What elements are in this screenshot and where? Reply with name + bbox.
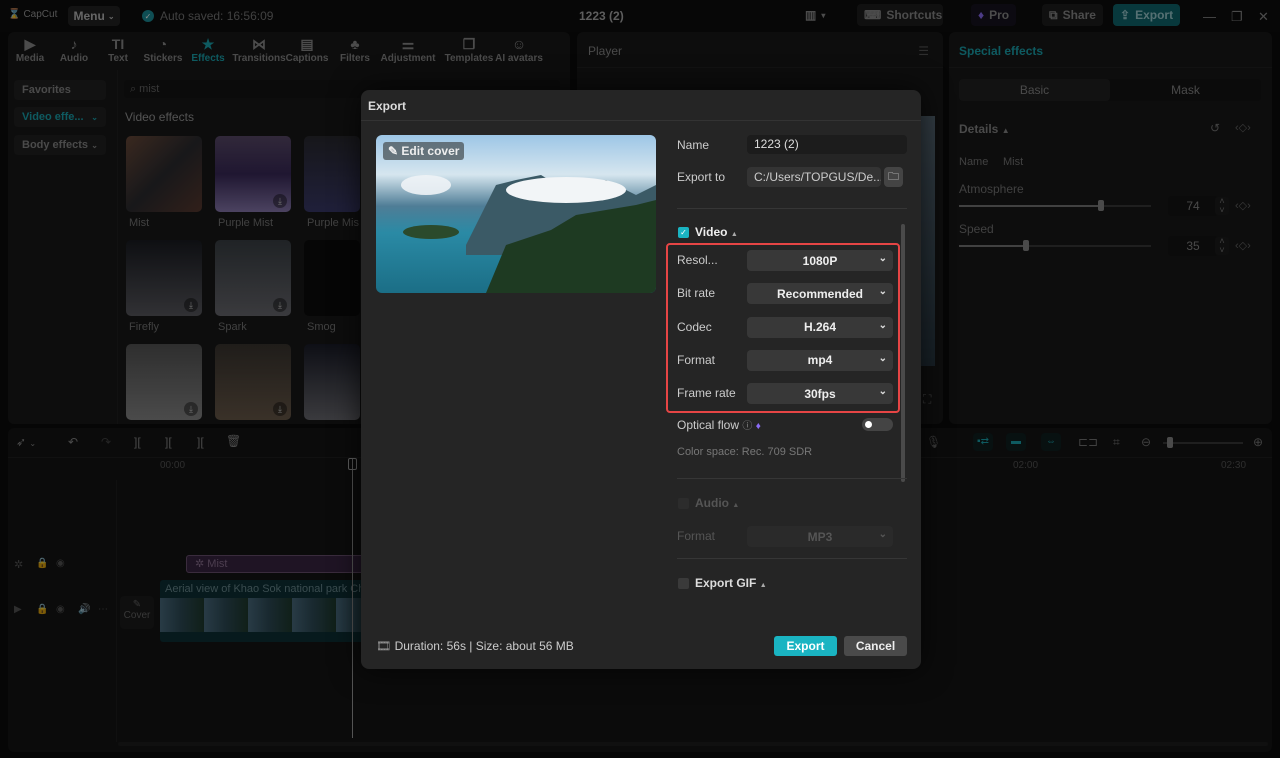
gif-checkbox[interactable] [678, 578, 689, 589]
resol-select[interactable]: 1080P⌄ [747, 250, 893, 271]
chevron-down-icon: ⌄ [879, 320, 887, 331]
diamond-icon: ♦ [756, 421, 761, 432]
audio-format-label: Format [677, 529, 715, 543]
export-dialog: Export ✎ Edit cover Name 1223 (2) Export… [361, 90, 921, 669]
video-checkbox[interactable]: ✓ [678, 227, 689, 238]
film-icon: 🎞 [376, 639, 391, 653]
name-label: Name [677, 138, 709, 152]
color-space: Color space: Rec. 709 SDR [677, 446, 812, 458]
gif-section-header[interactable]: Export GIF ▲ [695, 576, 767, 590]
chevron-down-icon: ⌄ [879, 529, 887, 540]
export-to-label: Export to [677, 170, 725, 184]
toggle-knob [865, 421, 872, 428]
edit-cover-button[interactable]: ✎ Edit cover [383, 142, 464, 160]
chevron-down-icon: ⌄ [879, 386, 887, 397]
video-section-header[interactable]: Video ▲ [695, 225, 738, 239]
divider [677, 478, 907, 479]
format-label: Format [677, 353, 715, 367]
resol-label: Resol... [677, 253, 718, 267]
divider [677, 558, 907, 559]
dialog-scrollbar[interactable] [901, 224, 905, 482]
frame-rate-label: Frame rate [677, 386, 736, 400]
folder-icon: 🗀 [888, 171, 899, 183]
codec-label: Codec [677, 320, 712, 334]
audio-section-header[interactable]: Audio ▲ [695, 496, 739, 510]
chevron-down-icon: ⌄ [879, 286, 887, 297]
pencil-icon: ✎ [388, 144, 398, 158]
help-icon[interactable]: ⓘ [742, 421, 752, 432]
chevron-down-icon: ⌄ [879, 253, 887, 264]
frame-rate-select[interactable]: 30fps⌄ [747, 383, 893, 404]
optical-flow-toggle[interactable] [862, 418, 893, 431]
export-path-input[interactable]: C:/Users/TOPGUS/De... [747, 167, 881, 187]
divider [361, 120, 921, 121]
export-button[interactable]: Export [774, 636, 837, 656]
cancel-button[interactable]: Cancel [844, 636, 907, 656]
caret-up-icon: ▲ [760, 582, 767, 589]
optical-flow-label: Optical flow ⓘ ♦ [677, 417, 761, 432]
divider [677, 208, 907, 209]
audio-format-select[interactable]: MP3⌄ [747, 526, 893, 547]
bit-rate-select[interactable]: Recommended⌄ [747, 283, 893, 304]
caret-up-icon: ▲ [731, 231, 738, 238]
cover-preview: ✎ Edit cover [376, 135, 656, 293]
bit-rate-label: Bit rate [677, 286, 715, 300]
format-select[interactable]: mp4⌄ [747, 350, 893, 371]
dialog-title: Export [368, 99, 406, 113]
chevron-down-icon: ⌄ [879, 353, 887, 364]
export-info: 🎞 Duration: 56s | Size: about 56 MB [376, 639, 574, 653]
audio-checkbox[interactable] [678, 498, 689, 509]
name-input[interactable]: 1223 (2) [747, 135, 907, 154]
codec-select[interactable]: H.264⌄ [747, 317, 893, 338]
folder-button[interactable]: 🗀 [884, 167, 903, 187]
caret-up-icon: ▲ [732, 502, 739, 509]
